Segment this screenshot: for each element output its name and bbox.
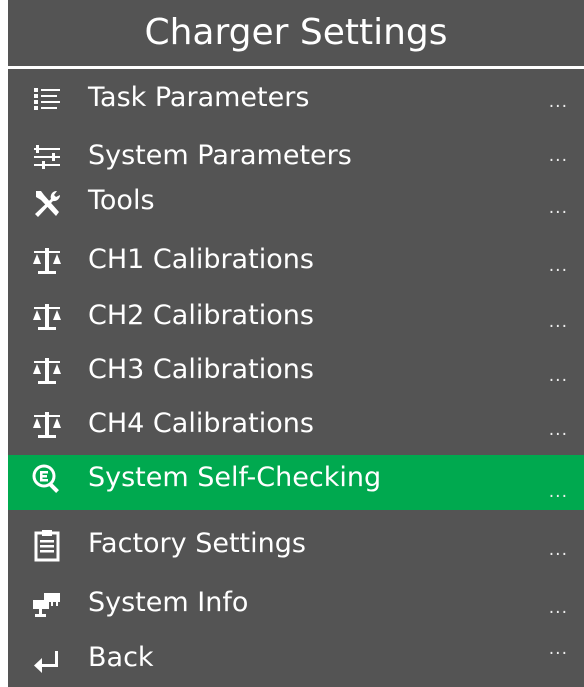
more-indicator: ...: [548, 366, 568, 386]
scale-icon: [33, 248, 61, 274]
menu-item-label: CH3 Calibrations: [88, 354, 314, 385]
network-icon: [33, 593, 60, 617]
more-indicator: ...: [548, 146, 568, 166]
menu-item-system-info[interactable]: System Info ...: [8, 578, 584, 632]
menu-item-back[interactable]: Back ...: [8, 634, 584, 687]
menu-item-ch2-calibrations[interactable]: CH2 Calibrations ...: [8, 290, 584, 344]
more-indicator: ...: [548, 256, 568, 276]
menu-item-label: Back: [88, 642, 154, 673]
charger-settings-menu: Charger Settings Task Parameters ... Sys…: [8, 0, 584, 687]
title-divider: [8, 66, 584, 69]
scale-icon: [33, 358, 61, 384]
sliders-icon: [34, 145, 60, 169]
more-indicator: ...: [548, 92, 568, 112]
menu-item-label: System Info: [88, 587, 249, 618]
more-indicator: ...: [548, 198, 568, 218]
tools-icon: [35, 190, 61, 217]
menu-item-ch3-calibrations[interactable]: CH3 Calibrations ...: [8, 344, 584, 398]
menu-item-label: Task Parameters: [88, 82, 310, 113]
scale-icon: [33, 304, 61, 330]
menu-item-label: Tools: [88, 185, 155, 216]
clipboard-icon: [34, 530, 60, 562]
menu-item-ch4-calibrations[interactable]: CH4 Calibrations ...: [8, 398, 584, 452]
more-indicator: ...: [548, 312, 568, 332]
menu-item-factory-settings[interactable]: Factory Settings ...: [8, 518, 584, 572]
menu-item-label: System Parameters: [88, 140, 352, 171]
menu-item-system-self-checking[interactable]: System Self-Checking ...: [8, 455, 584, 510]
scale-icon: [33, 412, 61, 438]
more-indicator: ...: [548, 639, 568, 659]
more-indicator: ...: [548, 420, 568, 440]
menu-item-label: Factory Settings: [88, 528, 306, 559]
menu-item-label: CH2 Calibrations: [88, 300, 314, 331]
more-indicator: ...: [548, 540, 568, 560]
list-icon: [34, 88, 60, 110]
page-title: Charger Settings: [144, 12, 448, 53]
menu-item-label: System Self-Checking: [88, 462, 382, 493]
more-indicator: ...: [548, 482, 568, 502]
menu-item-label: CH1 Calibrations: [88, 244, 314, 275]
back-arrow-icon: [34, 651, 58, 673]
menu-item-label: CH4 Calibrations: [88, 408, 314, 439]
screen: Charger Settings Task Parameters ... Sys…: [0, 0, 584, 687]
search-check-icon: [32, 464, 59, 493]
menu-item-task-parameters[interactable]: Task Parameters ...: [8, 74, 584, 124]
menu-item-ch1-calibrations[interactable]: CH1 Calibrations ...: [8, 234, 584, 288]
menu-item-system-parameters[interactable]: System Parameters ...: [8, 132, 584, 180]
menu-item-tools[interactable]: Tools ...: [8, 180, 584, 228]
more-indicator: ...: [548, 598, 568, 618]
